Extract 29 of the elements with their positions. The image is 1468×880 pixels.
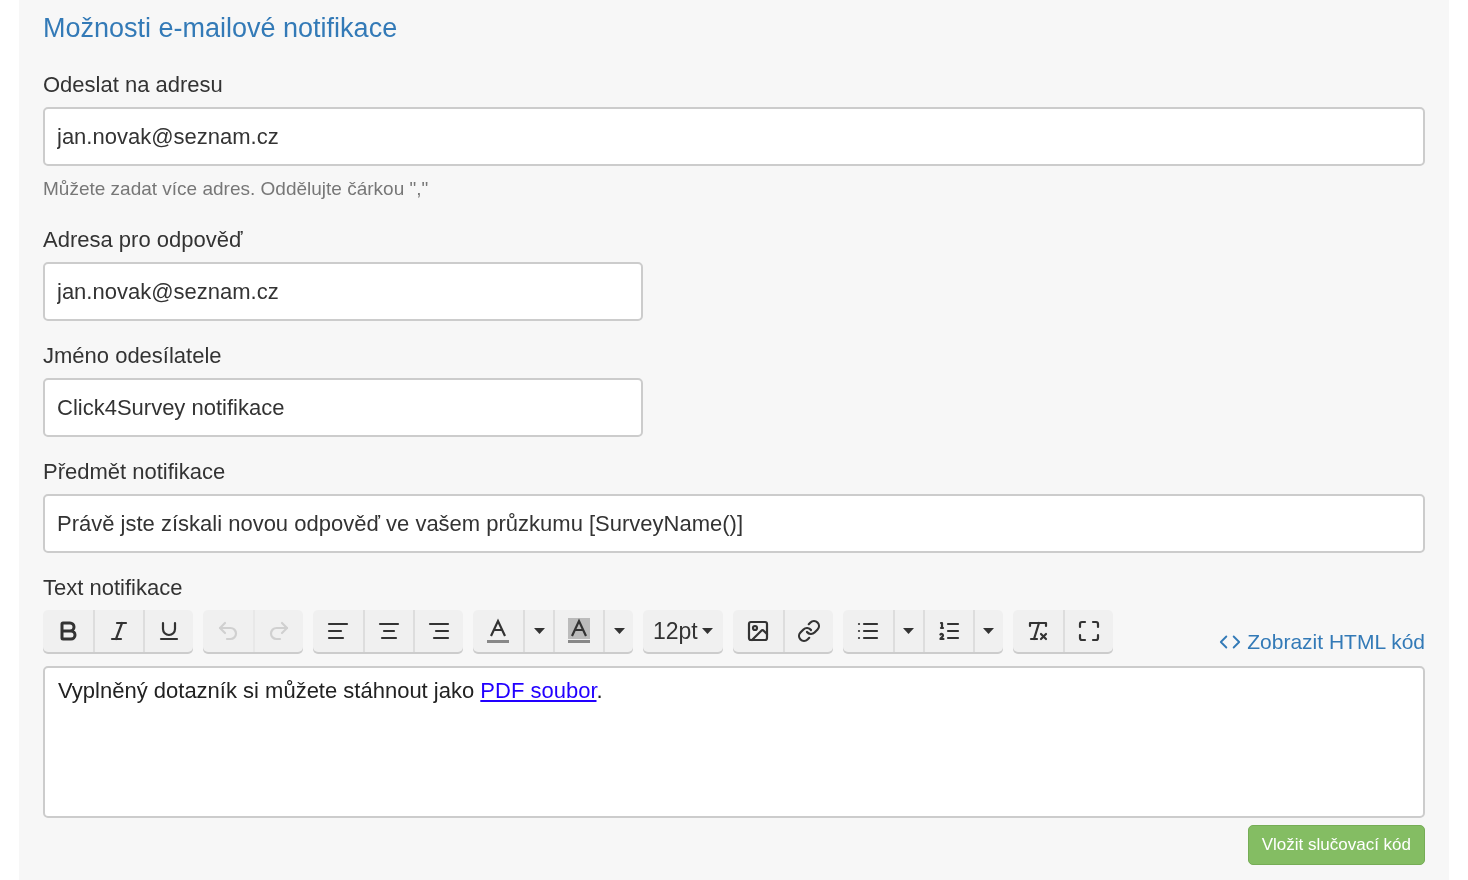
caret-icon <box>903 628 915 634</box>
field-label: Odeslat na adresu <box>43 72 224 98</box>
text-color-icon <box>486 618 510 644</box>
section-title: Možnosti e-mailové notifikace <box>43 12 399 45</box>
field-label: Jméno odesílatele <box>43 343 223 369</box>
highlight-color-icon <box>567 618 591 644</box>
help-text: Můžete zadat více adres. Oddělujte čárkou "," <box>43 178 430 200</box>
rich-text-editor[interactable]: Vyplněný dotazník si můžete stáhnout jako PDF soubor. <box>43 666 1425 818</box>
input-field[interactable]: jan.novak@seznam.cz <box>43 107 1425 166</box>
image-icon <box>745 619 770 643</box>
editor-text: Vyplněný dotazník si můžete stáhnout jako PDF soubor. <box>58 678 603 703</box>
field-label: Text notifikace <box>43 575 184 601</box>
input-field[interactable]: Právě jste získali novou odpověď ve vašem průzkumu [SurveyName()] <box>43 494 1425 553</box>
pdf-link[interactable]: PDF soubor <box>480 678 597 703</box>
caret-icon <box>983 628 995 634</box>
show-html-link[interactable]: Zobrazit HTML kód <box>1219 630 1425 654</box>
input-field[interactable]: jan.novak@seznam.cz <box>43 262 643 321</box>
redo-icon <box>267 619 291 643</box>
field-label: Adresa pro odpověď <box>43 227 244 253</box>
numbered-list-icon <box>936 619 961 643</box>
font-size-dropdown[interactable]: 12pt <box>643 610 723 652</box>
input-field[interactable]: Click4Survey notifikace <box>43 378 643 437</box>
field-label: Předmět notifikace <box>43 459 227 485</box>
link-icon <box>796 619 821 643</box>
caret-icon <box>613 628 625 634</box>
fullscreen-icon <box>1076 619 1101 643</box>
caret-icon <box>533 628 545 634</box>
caret-icon <box>701 628 713 634</box>
underline-icon <box>157 619 181 643</box>
